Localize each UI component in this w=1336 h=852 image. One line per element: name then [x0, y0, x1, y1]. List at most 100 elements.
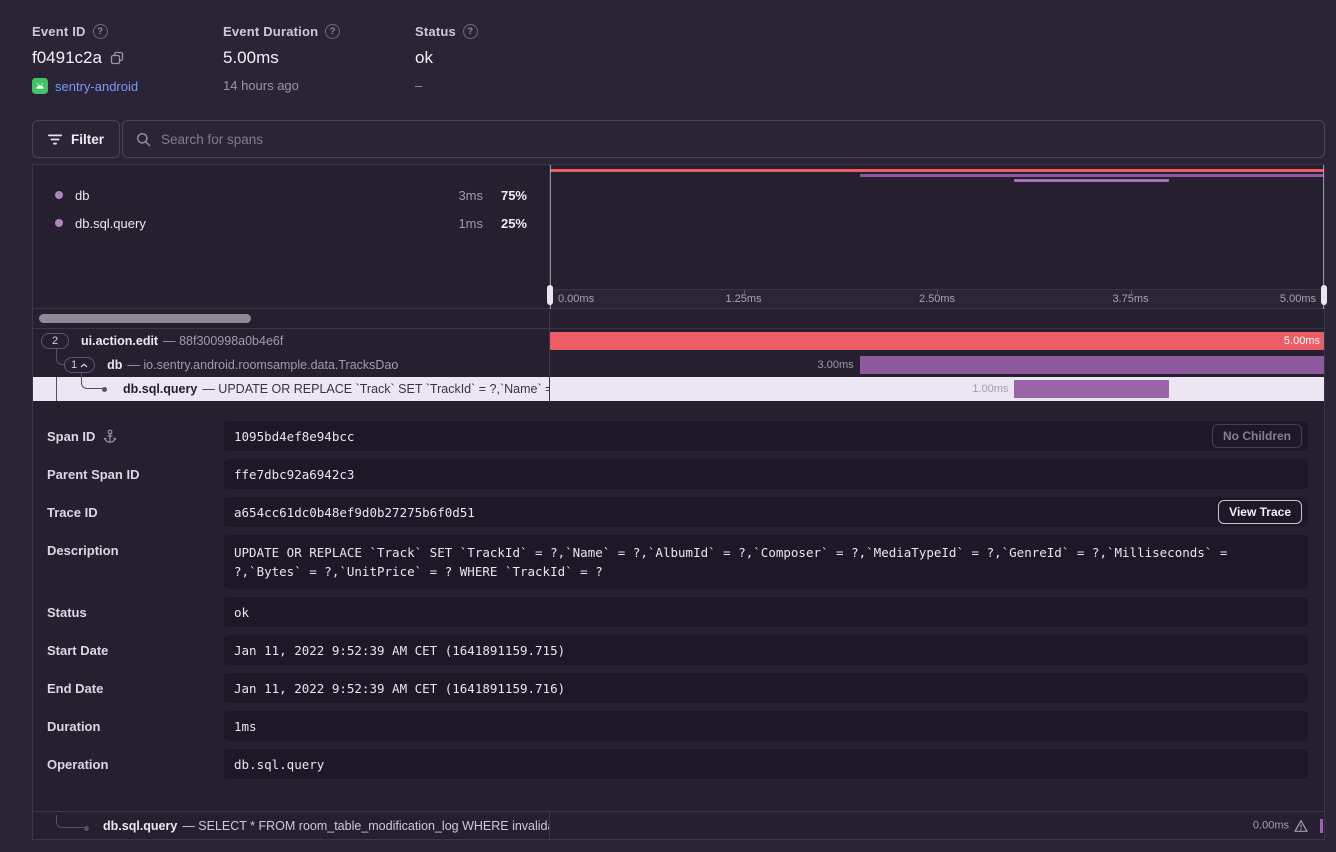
search-input[interactable]: [161, 132, 1311, 147]
event-id-value: f0491c2a: [32, 48, 102, 68]
detail-row-trace-id: Trace ID a654cc61dc0b48ef9d0b27275b6f0d5…: [47, 497, 1308, 527]
detail-row-duration: Duration 1ms: [47, 711, 1308, 741]
span-bar: [1014, 380, 1169, 398]
event-duration-block: Event Duration ? 5.00ms 14 hours ago: [223, 24, 340, 93]
status-help-icon[interactable]: ?: [463, 24, 478, 39]
axis-label-2-50ms: 2.50ms: [919, 293, 955, 305]
status-value: ok: [415, 48, 433, 68]
span-op: db: [107, 358, 122, 372]
op-duration: 1ms: [437, 216, 483, 231]
detail-label: Start Date: [47, 643, 108, 658]
op-name: db: [75, 188, 89, 203]
filter-button[interactable]: Filter: [32, 120, 120, 158]
axis-label-0ms: 0.00ms: [558, 293, 594, 305]
span-bar: [860, 356, 1324, 374]
span-search[interactable]: [122, 120, 1325, 158]
span-row-db[interactable]: 1 db — io.sentry.android.roomsample.data…: [33, 353, 1324, 377]
detail-label: Description: [47, 543, 119, 558]
status-value-box: ok: [224, 597, 1308, 627]
copy-icon[interactable]: [110, 51, 124, 65]
chevron-up-icon: [80, 363, 88, 368]
detail-label: Status: [47, 605, 87, 620]
span-row-db-sql-query-selected[interactable]: db.sql.query — UPDATE OR REPLACE `Track`…: [33, 377, 1324, 401]
warning-icon: [1294, 819, 1308, 832]
span-collapse-badge[interactable]: 1: [64, 357, 95, 373]
detail-row-status: Status ok: [47, 597, 1308, 627]
span-id-value: 1095bd4ef8e94bcc No Children: [224, 421, 1308, 451]
op-color-dot: [55, 219, 63, 227]
span-duration: 1.00ms: [972, 383, 1008, 395]
span-duration: 3.00ms: [818, 359, 854, 371]
span-bar: 5.00ms: [550, 332, 1324, 350]
description-value: UPDATE OR REPLACE `Track` SET `TrackId` …: [224, 535, 1308, 589]
event-id-block: Event ID ? f0491c2a sentry-android: [32, 24, 138, 94]
axis-left-spacer: [33, 289, 550, 309]
event-id-help-icon[interactable]: ?: [93, 24, 108, 39]
span-children-badge[interactable]: 2: [41, 333, 69, 349]
tree-horizontal-scrollbar[interactable]: [39, 314, 251, 323]
span-op: db.sql.query: [123, 382, 197, 396]
status-sub: –: [415, 78, 422, 93]
span-desc: — io.sentry.android.roomsample.data.Trac…: [127, 358, 398, 372]
filter-button-label: Filter: [71, 132, 104, 147]
anchor-icon[interactable]: [103, 429, 117, 444]
span-tree: 2 ui.action.edit — 88f300998a0b4e6f 5.00…: [33, 329, 1324, 401]
legend-row-db[interactable]: db 3ms 75%: [33, 181, 549, 209]
event-detail-page: Event ID ? f0491c2a sentry-android Event…: [0, 0, 1336, 852]
duration-value: 1ms: [224, 711, 1308, 741]
timeline-minimap[interactable]: [550, 165, 1324, 289]
detail-row-operation: Operation db.sql.query: [47, 749, 1308, 779]
status-label: Status: [415, 24, 456, 39]
detail-label: Trace ID: [47, 505, 98, 520]
no-children-button[interactable]: No Children: [1212, 424, 1302, 448]
detail-row-description: Description UPDATE OR REPLACE `Track` SE…: [47, 535, 1308, 589]
operation-value: db.sql.query: [224, 749, 1308, 779]
detail-row-end-date: End Date Jan 11, 2022 9:52:39 AM CET (16…: [47, 673, 1308, 703]
android-platform-icon: [32, 78, 48, 94]
project-link[interactable]: sentry-android: [55, 79, 138, 94]
search-icon: [136, 132, 151, 147]
span-duration: 0.00ms: [1253, 820, 1289, 832]
span-row-ui-action-edit[interactable]: 2 ui.action.edit — 88f300998a0b4e6f 5.00…: [33, 329, 1324, 353]
event-duration-ago: 14 hours ago: [223, 78, 299, 93]
detail-label: Parent Span ID: [47, 467, 139, 482]
span-row-db-sql-query-sibling[interactable]: db.sql.query — SELECT * FROM room_table_…: [33, 811, 1324, 839]
span-op: ui.action.edit: [81, 334, 158, 348]
event-id-label-row: Event ID ?: [32, 24, 138, 39]
scroll-right-spacer: [550, 309, 1324, 328]
event-duration-help-icon[interactable]: ?: [325, 24, 340, 39]
end-date-value: Jan 11, 2022 9:52:39 AM CET (1641891159.…: [224, 673, 1308, 703]
minimap-left-handle[interactable]: [547, 285, 553, 305]
minimap-span-db: [860, 174, 1324, 177]
axis-label-1-25ms: 1.25ms: [725, 293, 761, 305]
axis-label-3-75ms: 3.75ms: [1112, 293, 1148, 305]
axis-label-5ms: 5.00ms: [1280, 293, 1316, 305]
trace-id-value: a654cc61dc0b48ef9d0b27275b6f0d51 View Tr…: [224, 497, 1308, 527]
event-duration-label: Event Duration: [223, 24, 318, 39]
parent-span-id-value: ffe7dbc92a6942c3: [224, 459, 1308, 489]
span-duration: 5.00ms: [1284, 335, 1320, 347]
detail-row-start-date: Start Date Jan 11, 2022 9:52:39 AM CET (…: [47, 635, 1308, 665]
span-bar: [1320, 819, 1323, 833]
event-duration-value: 5.00ms: [223, 48, 279, 68]
op-percent: 25%: [483, 216, 527, 231]
event-id-label: Event ID: [32, 24, 86, 39]
trace-waterfall-panel: db 3ms 75% db.sql.query 1ms 25%: [32, 164, 1325, 840]
minimap-span-db-sql-query: [1014, 179, 1169, 182]
time-axis: 0.00ms 1.25ms 2.50ms 3.75ms 5.00ms: [550, 289, 1324, 309]
detail-row-span-id: Span ID 1095bd4ef8e94bcc No Children: [47, 421, 1308, 451]
legend-row-db-sql-query[interactable]: db.sql.query 1ms 25%: [33, 209, 549, 237]
span-details: Span ID 1095bd4ef8e94bcc No Children Par…: [33, 401, 1324, 811]
minimap-right-handle[interactable]: [1321, 285, 1327, 305]
detail-label: Span ID: [47, 429, 95, 444]
op-color-dot: [55, 191, 63, 199]
filter-icon: [48, 134, 62, 145]
view-trace-button[interactable]: View Trace: [1218, 500, 1302, 524]
op-name: db.sql.query: [75, 216, 146, 231]
span-op: db.sql.query: [103, 819, 177, 833]
op-duration: 3ms: [437, 188, 483, 203]
span-desc: — 88f300998a0b4e6f: [163, 334, 283, 348]
tree-connector: [81, 372, 103, 389]
detail-label: End Date: [47, 681, 103, 696]
status-block: Status ? ok –: [415, 24, 478, 93]
